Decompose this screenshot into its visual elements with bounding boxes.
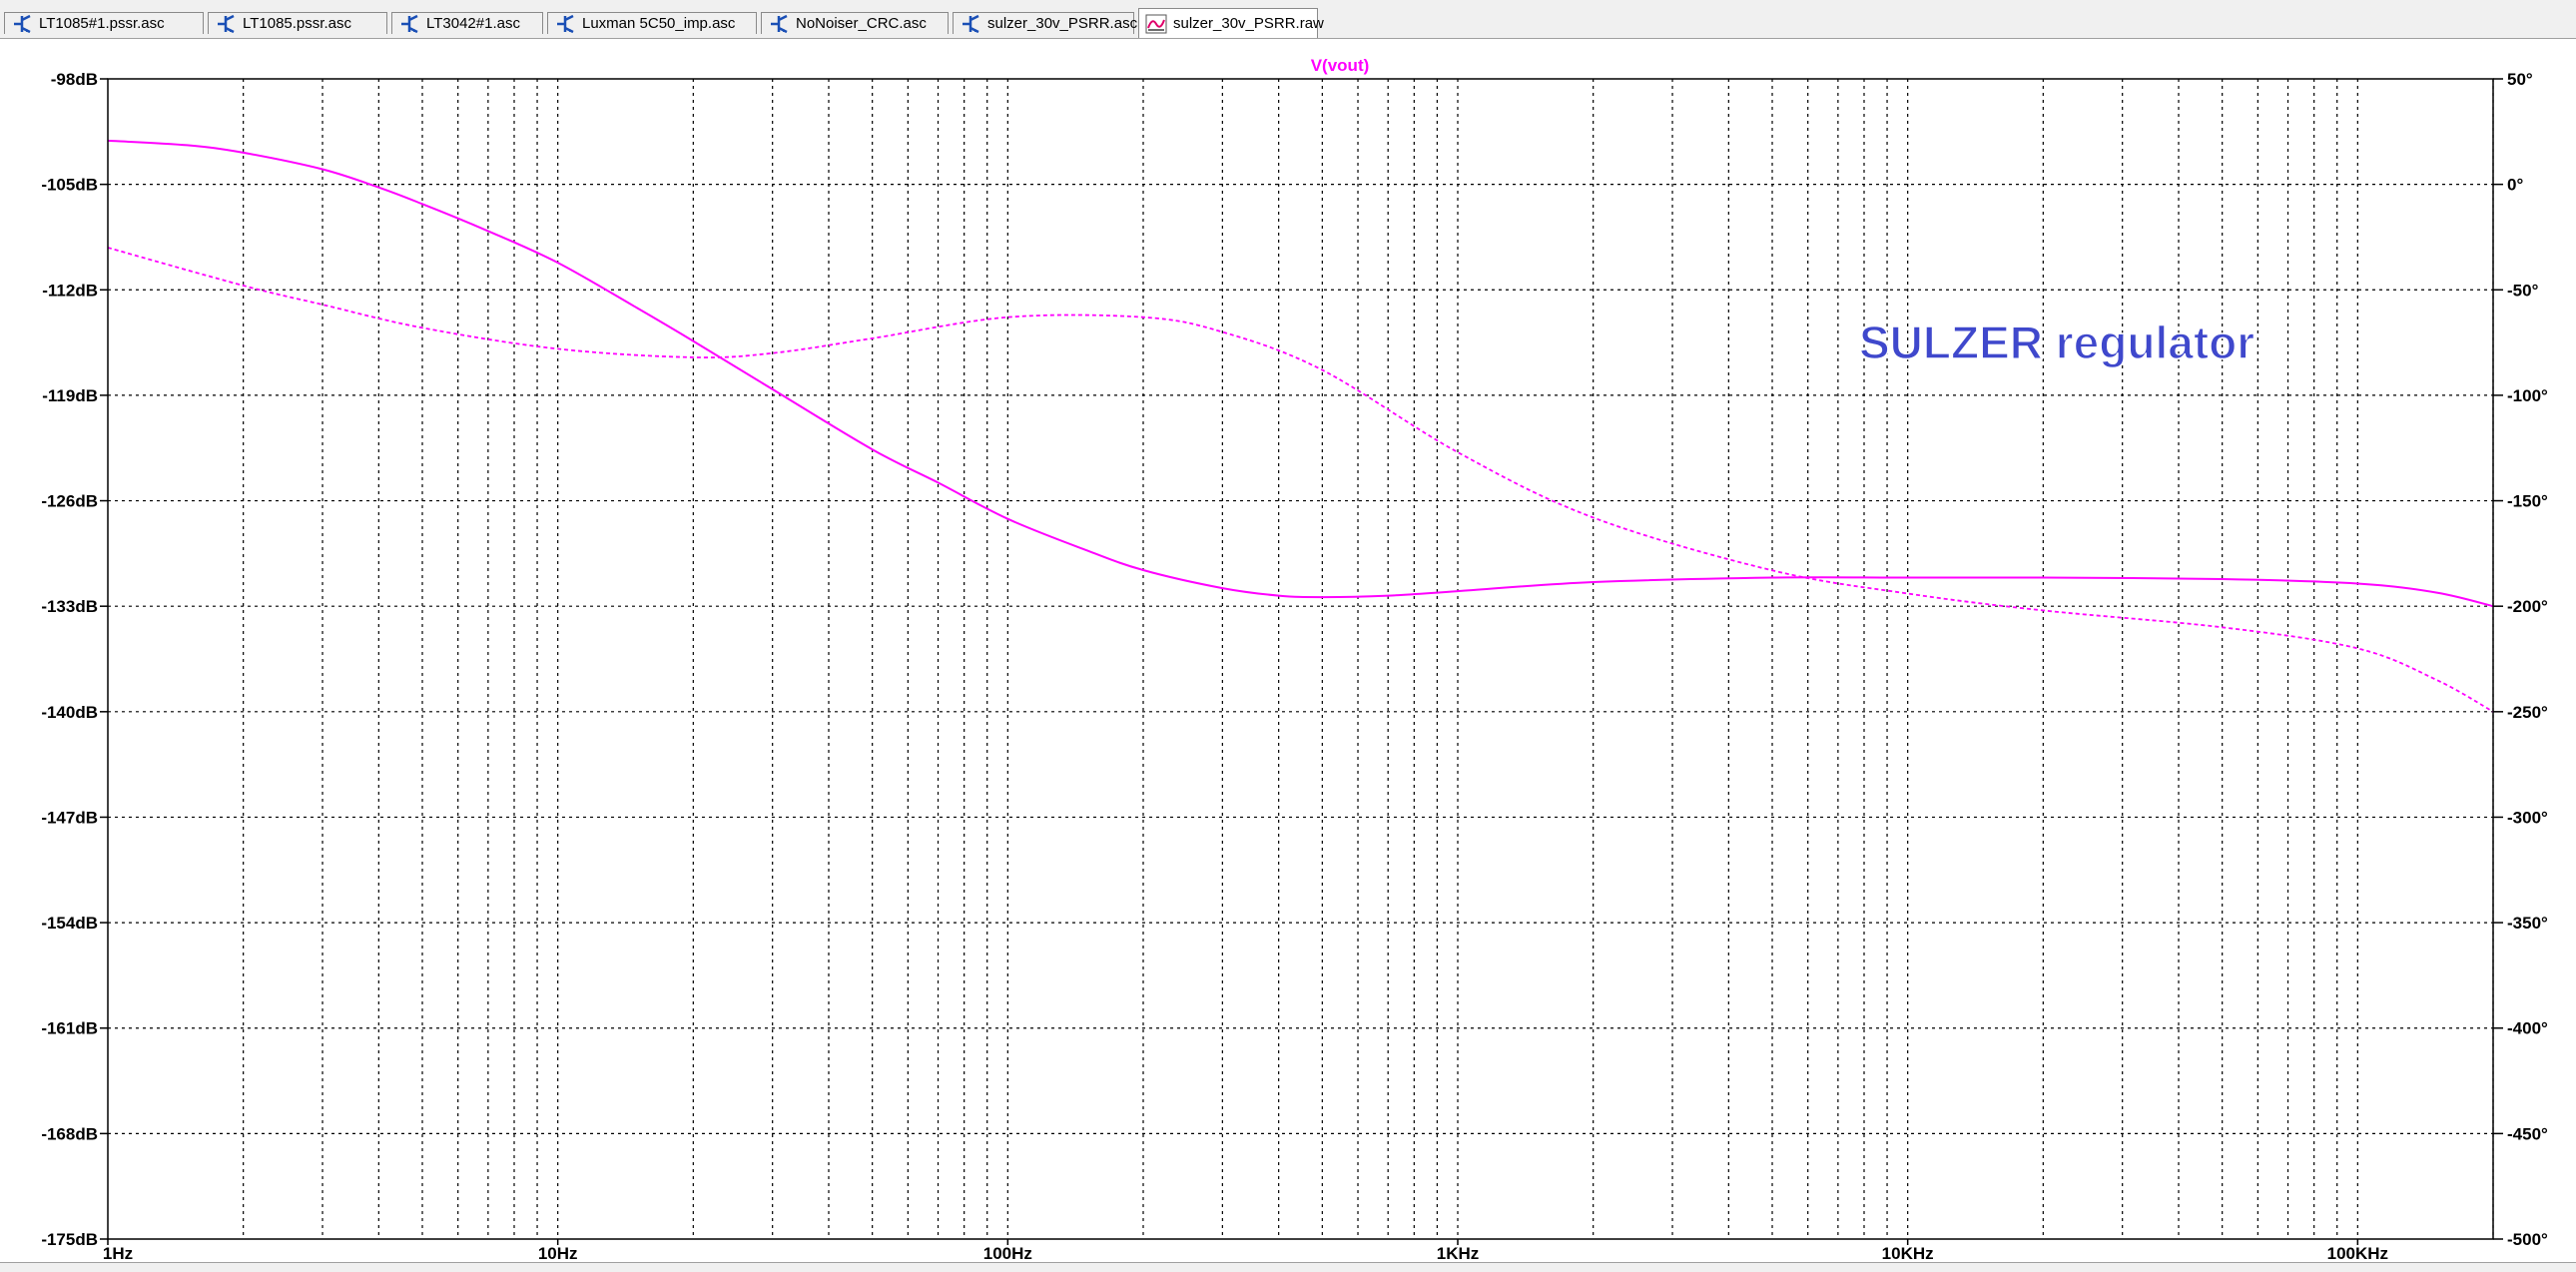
- x-tick-label: 10Hz: [538, 1244, 578, 1262]
- y-right-tick-label: -200°: [2507, 597, 2548, 616]
- tab-label: LT1085#1.pssr.asc: [39, 15, 165, 32]
- y-right-tick-label: -350°: [2507, 914, 2548, 933]
- tab-label: NoNoiser_CRC.asc: [796, 15, 927, 32]
- y-right-tick-label: -450°: [2507, 1124, 2548, 1143]
- schematic-icon: [398, 14, 420, 34]
- tab-label: sulzer_30v_PSRR.asc: [987, 15, 1138, 32]
- x-tick-label: 1Hz: [103, 1244, 133, 1262]
- y-left-tick-label: -112dB: [42, 281, 98, 300]
- y-left-tick-label: -133dB: [41, 597, 98, 616]
- schematic-icon: [554, 14, 576, 34]
- tab-5[interactable]: sulzer_30v_PSRR.asc: [953, 12, 1138, 34]
- y-right-tick-label: 50°: [2507, 70, 2533, 89]
- trace-label[interactable]: V(vout): [1311, 56, 1370, 75]
- schematic-icon: [960, 14, 981, 34]
- tab-label: sulzer_30v_PSRR.raw: [1173, 15, 1324, 32]
- x-tick-label: 100KHz: [2327, 1244, 2388, 1262]
- y-left-tick-label: -105dB: [41, 176, 98, 195]
- tab-label: Luxman 5C50_imp.asc: [582, 15, 736, 32]
- y-left-tick-label: -98dB: [51, 70, 98, 89]
- waveform-icon: [1145, 14, 1167, 34]
- annotation-text: SULZER regulator: [1859, 317, 2254, 368]
- y-left-tick-label: -168dB: [41, 1124, 98, 1143]
- tab-0[interactable]: LT1085#1.pssr.asc: [4, 12, 204, 34]
- y-right-tick-label: -400°: [2507, 1019, 2548, 1038]
- plot-background: [0, 39, 2576, 1262]
- y-right-tick-label: -150°: [2507, 492, 2548, 511]
- y-left-tick-label: -175dB: [41, 1230, 98, 1249]
- schematic-icon: [215, 14, 237, 34]
- y-left-tick-label: -154dB: [41, 914, 98, 933]
- x-tick-label: 1KHz: [1437, 1244, 1480, 1262]
- y-right-tick-label: -500°: [2507, 1230, 2548, 1249]
- x-tick-label: 10KHz: [1882, 1244, 1934, 1262]
- y-left-tick-label: -161dB: [41, 1019, 98, 1038]
- tab-2[interactable]: LT3042#1.asc: [391, 12, 543, 34]
- tab-6[interactable]: sulzer_30v_PSRR.raw: [1138, 8, 1324, 38]
- schematic-icon: [11, 14, 33, 34]
- y-left-tick-label: -140dB: [41, 703, 98, 722]
- waveform-plot[interactable]: -98dB -105dB -112dB -119dB -126dB -133dB -140d…: [0, 39, 2576, 1263]
- tab-label: LT3042#1.asc: [426, 15, 520, 32]
- y-left-tick-label: -147dB: [41, 808, 98, 827]
- schematic-icon: [768, 14, 790, 34]
- waveform-plot-window[interactable]: -98dB -105dB -112dB -119dB -126dB -133dB -140d…: [0, 39, 2576, 1263]
- y-left-tick-label: -119dB: [42, 386, 98, 405]
- tab-4[interactable]: NoNoiser_CRC.asc: [761, 12, 949, 34]
- y-right-tick-label: -50°: [2507, 281, 2539, 300]
- y-left-tick-label: -126dB: [41, 492, 98, 511]
- tab-3[interactable]: Luxman 5C50_imp.asc: [547, 12, 757, 34]
- tab-bar: LT1085#1.pssr.asc LT1085.pssr.asc LT3042#1…: [0, 0, 2576, 39]
- tab-label: LT1085.pssr.asc: [243, 15, 351, 32]
- y-right-tick-label: -100°: [2507, 386, 2548, 405]
- y-right-tick-label: 0°: [2507, 176, 2523, 195]
- y-right-tick-label: -250°: [2507, 703, 2548, 722]
- y-right-tick-label: -300°: [2507, 808, 2548, 827]
- tab-1[interactable]: LT1085.pssr.asc: [208, 12, 387, 34]
- x-tick-label: 100Hz: [983, 1244, 1032, 1262]
